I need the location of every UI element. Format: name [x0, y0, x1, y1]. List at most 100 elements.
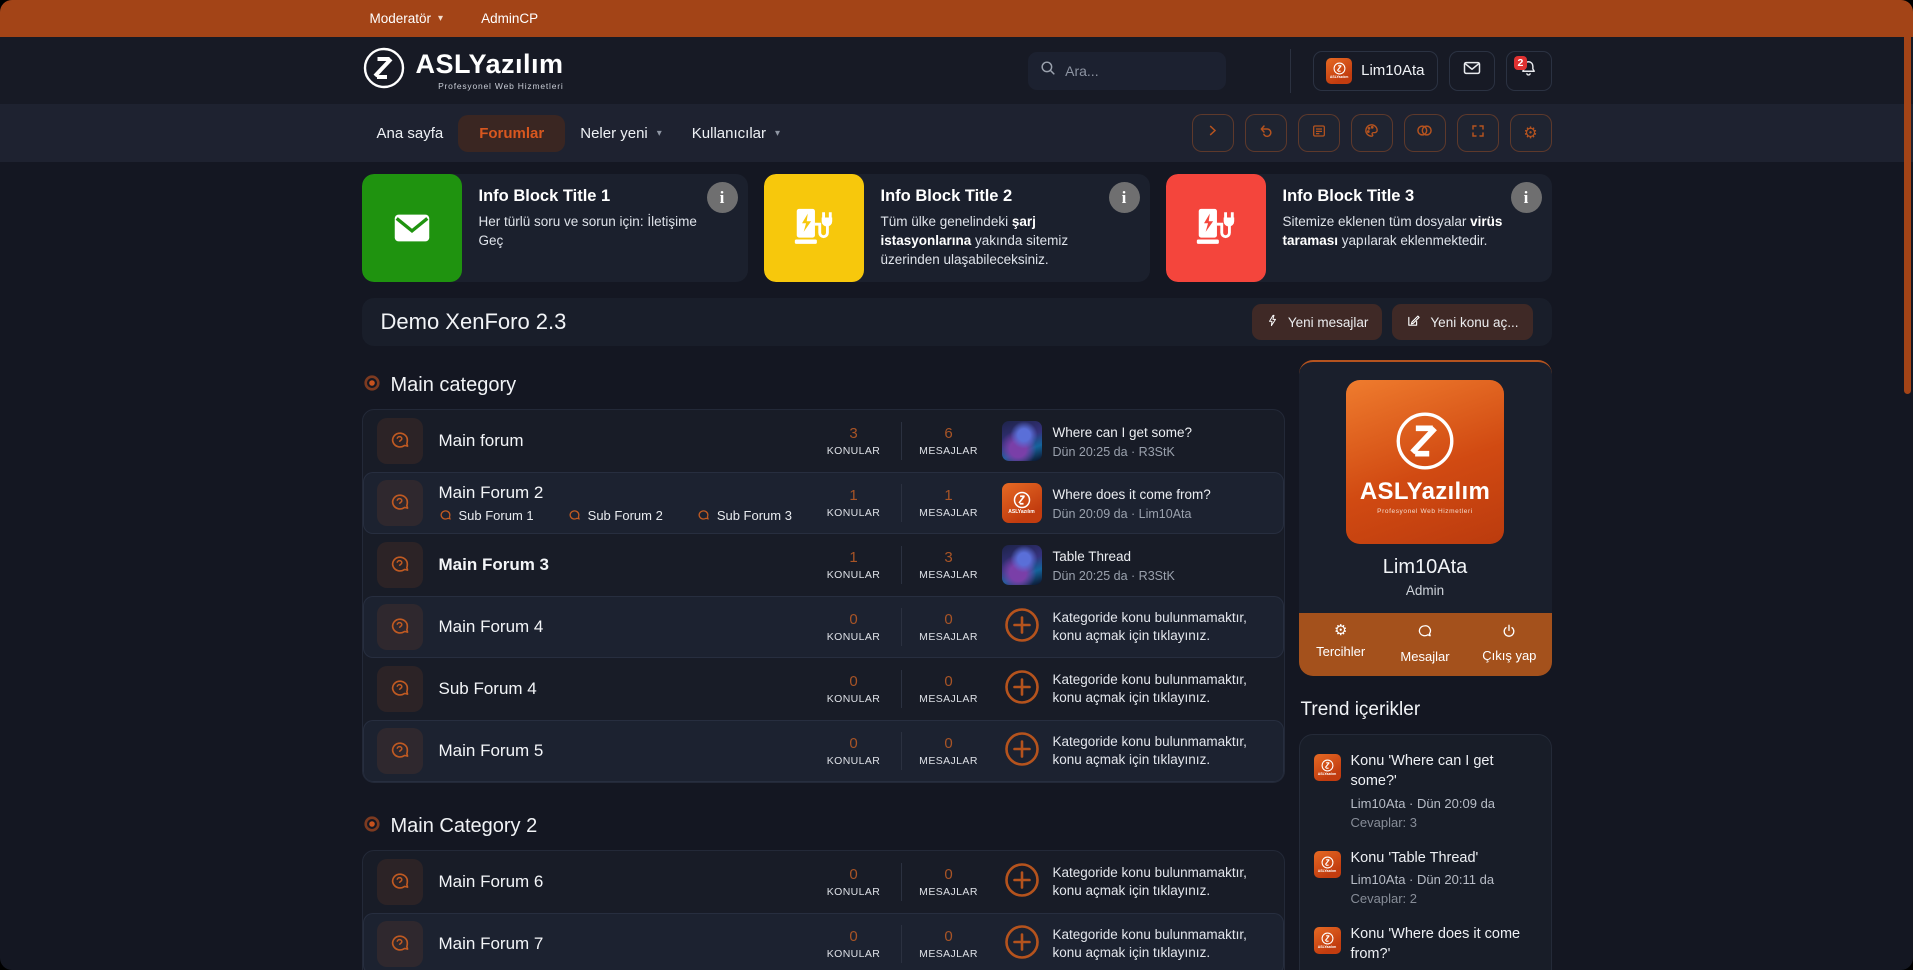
- trending-item[interactable]: ASLYazılım Konu 'Table Thread' Lim10Ata …: [1314, 849, 1537, 907]
- admincp-link[interactable]: AdminCP: [481, 11, 538, 26]
- last-post-title[interactable]: Table Thread: [1053, 548, 1175, 566]
- form-list-icon: [1311, 123, 1327, 144]
- trending-item-title[interactable]: Konu 'Table Thread': [1351, 849, 1495, 869]
- last-post-title[interactable]: Where can I get some?: [1053, 424, 1193, 442]
- forum-chat-icon: [377, 666, 423, 712]
- messages-count: 0: [910, 866, 988, 883]
- bullseye-icon: [364, 815, 380, 838]
- logout-button[interactable]: Çıkış yap: [1467, 623, 1551, 664]
- forum-row[interactable]: Main Forum 2 Sub Forum 1 Sub Forum 2 Sub…: [363, 472, 1284, 534]
- forum-name[interactable]: Sub Forum 4: [439, 679, 815, 699]
- forum-chat-icon: [377, 604, 423, 650]
- last-post-avatar[interactable]: [1002, 545, 1042, 585]
- category-heading[interactable]: Main category: [362, 360, 1285, 409]
- info-block-text: Sitemize eklenen tüm dosyalar virüs tara…: [1283, 212, 1506, 250]
- trending-item-title[interactable]: Konu 'Where can I get some?': [1351, 752, 1537, 791]
- tool-fullscreen-button[interactable]: [1457, 114, 1499, 152]
- forum-page: Moderatör ▾ AdminCP ASLYazılım Profesyon…: [0, 0, 1913, 970]
- tool-undo-button[interactable]: [1245, 114, 1287, 152]
- lightning-icon: [1266, 313, 1279, 331]
- tool-nightmode-button[interactable]: [1404, 114, 1446, 152]
- nav-item-forums[interactable]: Forumlar: [458, 115, 565, 152]
- forum-chat-icon: [377, 418, 423, 464]
- tool-settings-button[interactable]: ⚙: [1510, 114, 1552, 152]
- charging-station-icon: [1166, 174, 1266, 282]
- envelope-icon: [362, 174, 462, 282]
- forum-name[interactable]: Main Forum 3: [439, 555, 815, 575]
- topics-count: 0: [815, 735, 893, 752]
- forum-row[interactable]: Main Forum 5 0KONULAR 0MESAJLAR Kategori…: [363, 720, 1284, 782]
- subforum-link[interactable]: Sub Forum 2: [568, 508, 663, 523]
- last-post-avatar[interactable]: [1002, 421, 1042, 461]
- empty-forum-text[interactable]: Kategoride konu bulunmamaktır,konu açmak…: [1053, 733, 1247, 769]
- forum-chat-icon: [377, 728, 423, 774]
- category-heading[interactable]: Main Category 2: [362, 801, 1285, 850]
- chat-icon: [1416, 623, 1433, 643]
- tool-theme-button[interactable]: [1351, 114, 1393, 152]
- trending-item[interactable]: ASLYazılım Konu 'Where does it come from…: [1314, 925, 1537, 970]
- plus-circle-icon[interactable]: [1002, 605, 1042, 650]
- admincp-link-label: AdminCP: [481, 11, 538, 26]
- empty-forum-text[interactable]: Kategoride konu bulunmamaktır,konu açmak…: [1053, 609, 1247, 645]
- info-icon[interactable]: i: [707, 182, 738, 213]
- plus-circle-icon[interactable]: [1002, 667, 1042, 712]
- forum-row[interactable]: Main forum 3KONULAR 6MESAJLAR Where can …: [363, 410, 1284, 472]
- trending-avatar: ASLYazılım: [1314, 754, 1341, 781]
- forum-row[interactable]: Sub Forum 4 0KONULAR 0MESAJLAR Kategorid…: [363, 658, 1284, 720]
- forum-name[interactable]: Main Forum 6: [439, 872, 815, 892]
- forum-row[interactable]: Main Forum 3 1KONULAR 3MESAJLAR Table Th…: [363, 534, 1284, 596]
- forum-name[interactable]: Main forum: [439, 431, 815, 451]
- nav-item-home[interactable]: Ana sayfa: [362, 115, 459, 152]
- tool-expand-button[interactable]: [1192, 114, 1234, 152]
- subforum-link[interactable]: Sub Forum 3: [697, 508, 792, 523]
- forum-name[interactable]: Main Forum 5: [439, 741, 815, 761]
- trending-card: ASLYazılım Konu 'Where can I get some?' …: [1299, 734, 1552, 970]
- forum-row[interactable]: Main Forum 6 0KONULAR 0MESAJLAR Kategori…: [363, 851, 1284, 913]
- notifications-button[interactable]: 2: [1506, 51, 1552, 91]
- forum-chat-icon: [377, 542, 423, 588]
- preferences-button[interactable]: ⚙ Tercihler: [1299, 623, 1383, 664]
- messages-count: 1: [910, 487, 988, 504]
- trending-item[interactable]: ASLYazılım Konu 'Where can I get some?' …: [1314, 752, 1537, 829]
- last-post-meta: Dün 20:25 da · R3StK: [1053, 445, 1193, 459]
- fullscreen-icon: [1470, 123, 1486, 144]
- user-menu-button[interactable]: ASLYazılım Lim10Ata: [1313, 51, 1437, 91]
- last-post-title[interactable]: Where does it come from?: [1053, 486, 1211, 504]
- forum-name[interactable]: Main Forum 4: [439, 617, 815, 637]
- plus-circle-icon[interactable]: [1002, 860, 1042, 905]
- empty-forum-text[interactable]: Kategoride konu bulunmamaktır,konu açmak…: [1053, 926, 1247, 962]
- new-posts-button[interactable]: Yeni mesajlar: [1252, 304, 1383, 340]
- site-logo[interactable]: ASLYazılım Profesyonel Web Hizmetleri: [362, 46, 564, 95]
- forum-row[interactable]: Main Forum 4 0KONULAR 0MESAJLAR Kategori…: [363, 596, 1284, 658]
- search-input[interactable]: [1065, 63, 1205, 79]
- moderator-menu[interactable]: Moderatör ▾: [370, 11, 444, 26]
- new-thread-button[interactable]: Yeni konu aç...: [1392, 304, 1532, 340]
- nav-item-members[interactable]: Kullanıcılar ▾: [677, 115, 795, 152]
- forum-name[interactable]: Main Forum 7: [439, 934, 815, 954]
- plus-circle-icon[interactable]: [1002, 729, 1042, 774]
- forum-row[interactable]: Main Forum 7 0KONULAR 0MESAJLAR Kategori…: [363, 913, 1284, 970]
- nav-item-whats-new[interactable]: Neler yeni ▾: [565, 115, 677, 152]
- empty-forum-text[interactable]: Kategoride konu bulunmamaktır,konu açmak…: [1053, 671, 1247, 707]
- last-post-avatar[interactable]: ASLYazılım: [1002, 483, 1042, 523]
- page-scrollbar[interactable]: [1904, 2, 1911, 394]
- trending-item-title[interactable]: Konu 'Where does it come from?': [1351, 925, 1537, 964]
- subforum-link[interactable]: Sub Forum 1: [439, 508, 534, 523]
- plus-circle-icon[interactable]: [1002, 922, 1042, 967]
- last-post-meta: Dün 20:25 da · R3StK: [1053, 569, 1175, 583]
- forum-name[interactable]: Main Forum 2: [439, 483, 815, 503]
- header-divider: [1290, 49, 1291, 93]
- user-avatar: ASLYazılım: [1326, 58, 1352, 84]
- info-block-text: Her türlü soru ve sorun için: İletişime …: [479, 212, 702, 250]
- tool-form-button[interactable]: [1298, 114, 1340, 152]
- topics-count: 0: [815, 611, 893, 628]
- empty-forum-text[interactable]: Kategoride konu bulunmamaktır,konu açmak…: [1053, 864, 1247, 900]
- profile-role: Admin: [1299, 583, 1552, 598]
- profile-avatar[interactable]: ASLYazılım Profesyonel Web Hizmetleri: [1346, 380, 1504, 544]
- messages-button[interactable]: Mesajlar: [1383, 623, 1467, 664]
- info-icon[interactable]: i: [1511, 182, 1542, 213]
- forum-chat-icon: [377, 480, 423, 526]
- messages-button[interactable]: [1449, 51, 1495, 91]
- info-icon[interactable]: i: [1109, 182, 1140, 213]
- search-box[interactable]: [1028, 52, 1226, 90]
